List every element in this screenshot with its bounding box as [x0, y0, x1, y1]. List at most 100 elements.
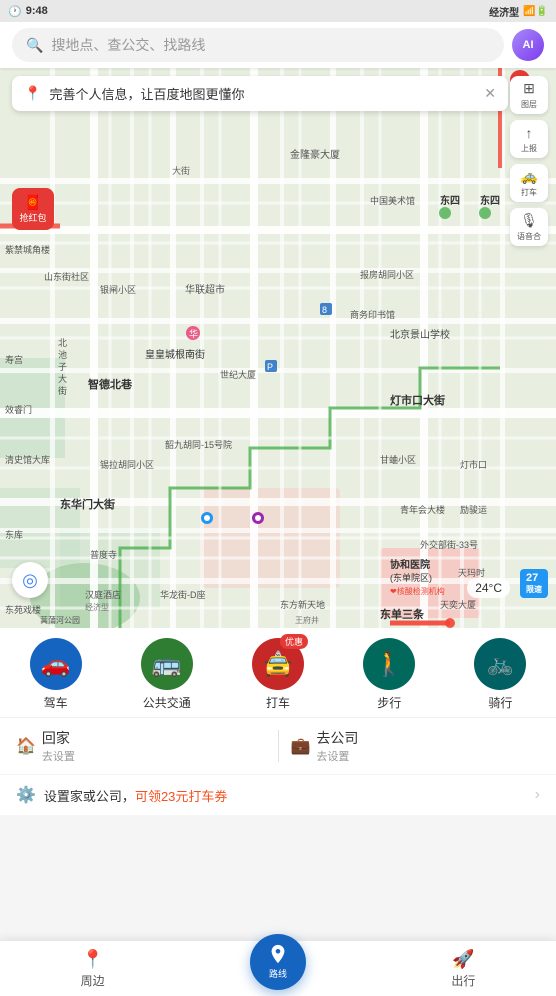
status-icons: 🕐: [8, 5, 22, 18]
home-label: 回家: [42, 728, 75, 748]
taxi-label: 打车: [266, 694, 290, 711]
transit-icon-wrap: 🚌: [141, 638, 193, 690]
route-label: 路线: [269, 967, 287, 980]
transit-label: 公共交通: [143, 694, 191, 711]
promo-banner[interactable]: ⚙️ 设置家或公司，可领23元打车券 ›: [0, 775, 556, 815]
svg-text:池: 池: [58, 349, 67, 360]
walk-icon-wrap: 🚶: [363, 638, 415, 690]
svg-text:天奕大厦: 天奕大厦: [440, 599, 476, 610]
status-right: 经济型 📶🔋: [489, 4, 548, 19]
bike-label: 骑行: [488, 694, 512, 711]
nav-tab-drive[interactable]: 🚗 驾车: [0, 638, 111, 711]
drive-icon-wrap: 🚗: [30, 638, 82, 690]
svg-text:东库: 东库: [5, 529, 23, 540]
promo-highlight: 可领23元打车券: [135, 789, 227, 804]
svg-text:北: 北: [58, 338, 67, 348]
temperature-value: 24°C: [475, 581, 502, 595]
map-right-panel: ⊞ 图层 ↑ 上报 🚕 打车 🎙 语音合: [510, 76, 548, 246]
home-dest-info: 回家 去设置: [42, 728, 75, 764]
speed-value: 27: [526, 572, 542, 584]
svg-text:灯市口: 灯市口: [460, 459, 487, 470]
svg-text:普度寺: 普度寺: [90, 549, 117, 560]
red-packet-button[interactable]: 🧧 抢红包: [12, 188, 54, 230]
svg-text:金隆豪大厦: 金隆豪大厦: [290, 148, 340, 161]
svg-text:天玛时: 天玛时: [458, 567, 485, 578]
map-background: 大街 山东街社区 金隆豪大厦 中国美术馆 东四 东四 紫禁城角楼 银闸小区 华联…: [0, 68, 556, 628]
work-dest[interactable]: 💼 去公司 去设置: [291, 728, 541, 764]
svg-text:大街: 大街: [172, 165, 190, 176]
nav-tabs: 🚗 驾车 🚌 公共交通 🚖 优惠 打车 🚶 步行 🚲 骑行: [0, 628, 556, 718]
svg-text:报房胡同小区: 报房胡同小区: [360, 269, 414, 280]
svg-text:8: 8: [322, 305, 327, 315]
svg-text:甘蛐小区: 甘蛐小区: [380, 454, 416, 465]
nav-tab-walk[interactable]: 🚶 步行: [334, 638, 445, 711]
speed-limit-badge: 27 限速: [520, 569, 548, 598]
report-button[interactable]: ↑ 上报: [510, 120, 548, 158]
svg-text:华联超市: 华联超市: [185, 283, 225, 296]
status-left: 🕐 9:48: [8, 5, 48, 18]
home-action: 去设置: [42, 748, 75, 764]
status-time: 9:48: [26, 5, 48, 17]
svg-text:东华门大街: 东华门大街: [60, 497, 115, 511]
location-button[interactable]: ◎: [12, 562, 48, 598]
search-icon: 🔍: [26, 37, 43, 54]
svg-text:北京景山学校: 北京景山学校: [390, 328, 450, 341]
voice-button[interactable]: 🎙 语音合: [510, 208, 548, 246]
notif-location-icon: 📍: [24, 85, 41, 102]
work-icon: 💼: [291, 736, 311, 756]
map-area[interactable]: 大街 山东街社区 金隆豪大厦 中国美术馆 东四 东四 紫禁城角楼 银闸小区 华联…: [0, 68, 556, 628]
layers-icon: ⊞: [523, 80, 535, 97]
status-bar: 🕐 9:48 经济型 📶🔋: [0, 0, 556, 22]
nav-tab-bike[interactable]: 🚲 骑行: [445, 638, 556, 711]
travel-tab[interactable]: 🚀 出行: [371, 941, 556, 996]
svg-text:外交部街-33号: 外交部街-33号: [420, 539, 478, 550]
svg-text:(东单院区): (东单院区): [390, 572, 432, 583]
svg-text:东四: 东四: [440, 194, 460, 207]
notif-close-button[interactable]: ✕: [484, 85, 496, 102]
home-icon: 🏠: [16, 736, 36, 756]
temperature-badge: 24°C: [467, 578, 510, 598]
svg-text:❤核酸检测机构: ❤核酸检测机构: [390, 586, 445, 596]
work-action: 去设置: [316, 748, 358, 764]
bike-icon: 🚲: [487, 651, 514, 677]
svg-text:东方新天地: 东方新天地: [280, 599, 325, 610]
svg-text:大: 大: [58, 373, 67, 384]
walk-label: 步行: [377, 694, 401, 711]
search-input-wrap[interactable]: 🔍 搜地点、查公交、找路线: [12, 28, 504, 62]
svg-text:世纪大厦: 世纪大厦: [220, 369, 256, 380]
notif-text: 完善个人信息，让百度地图更懂你: [49, 84, 476, 103]
svg-text:东四: 东四: [480, 194, 500, 207]
route-center-btn[interactable]: 路线: [250, 934, 306, 990]
drive-label: 驾车: [44, 694, 68, 711]
red-packet-icon: 🧧: [24, 194, 41, 211]
svg-text:励骏运: 励骏运: [460, 504, 487, 515]
nav-tab-transit[interactable]: 🚌 公共交通: [111, 638, 222, 711]
home-dest[interactable]: 🏠 回家 去设置: [16, 728, 266, 764]
walk-icon: 🚶: [374, 650, 404, 679]
svg-text:街: 街: [58, 385, 67, 396]
nearby-tab[interactable]: 📍 周边: [0, 941, 185, 996]
search-placeholder: 搜地点、查公交、找路线: [51, 35, 205, 55]
taxi-icon-wrap: 🚖 优惠: [252, 638, 304, 690]
voice-label: 语音合: [517, 231, 541, 242]
nearby-label: 周边: [81, 972, 105, 989]
svg-text:华龙街-D座: 华龙街-D座: [160, 589, 206, 600]
bottom-tab-bar: 📍 周边 路线 🚀 出行: [0, 940, 556, 996]
taxi-button[interactable]: 🚕 打车: [510, 164, 548, 202]
layers-button[interactable]: ⊞ 图层: [510, 76, 548, 114]
svg-text:清史馆大库: 清史馆大库: [5, 454, 50, 465]
nav-tab-taxi[interactable]: 🚖 优惠 打车: [222, 638, 333, 711]
svg-text:协和医院: 协和医院: [390, 558, 430, 571]
user-avatar[interactable]: AI: [512, 29, 544, 61]
bike-icon-wrap: 🚲: [474, 638, 526, 690]
quick-destinations: 🏠 回家 去设置 💼 去公司 去设置: [0, 718, 556, 775]
svg-text:汉庭酒店: 汉庭酒店: [85, 589, 121, 600]
work-dest-info: 去公司 去设置: [316, 728, 358, 764]
transit-icon: 🚌: [152, 650, 182, 679]
svg-text:蒿蒲河公园: 蒿蒲河公园: [40, 615, 80, 625]
svg-text:中国美术馆: 中国美术馆: [370, 195, 415, 206]
svg-text:王府井: 王府井: [295, 615, 319, 625]
search-bar[interactable]: 🔍 搜地点、查公交、找路线 AI: [0, 22, 556, 68]
route-tab[interactable]: 路线: [185, 941, 370, 996]
svg-text:商务印书馆: 商务印书馆: [350, 309, 395, 320]
